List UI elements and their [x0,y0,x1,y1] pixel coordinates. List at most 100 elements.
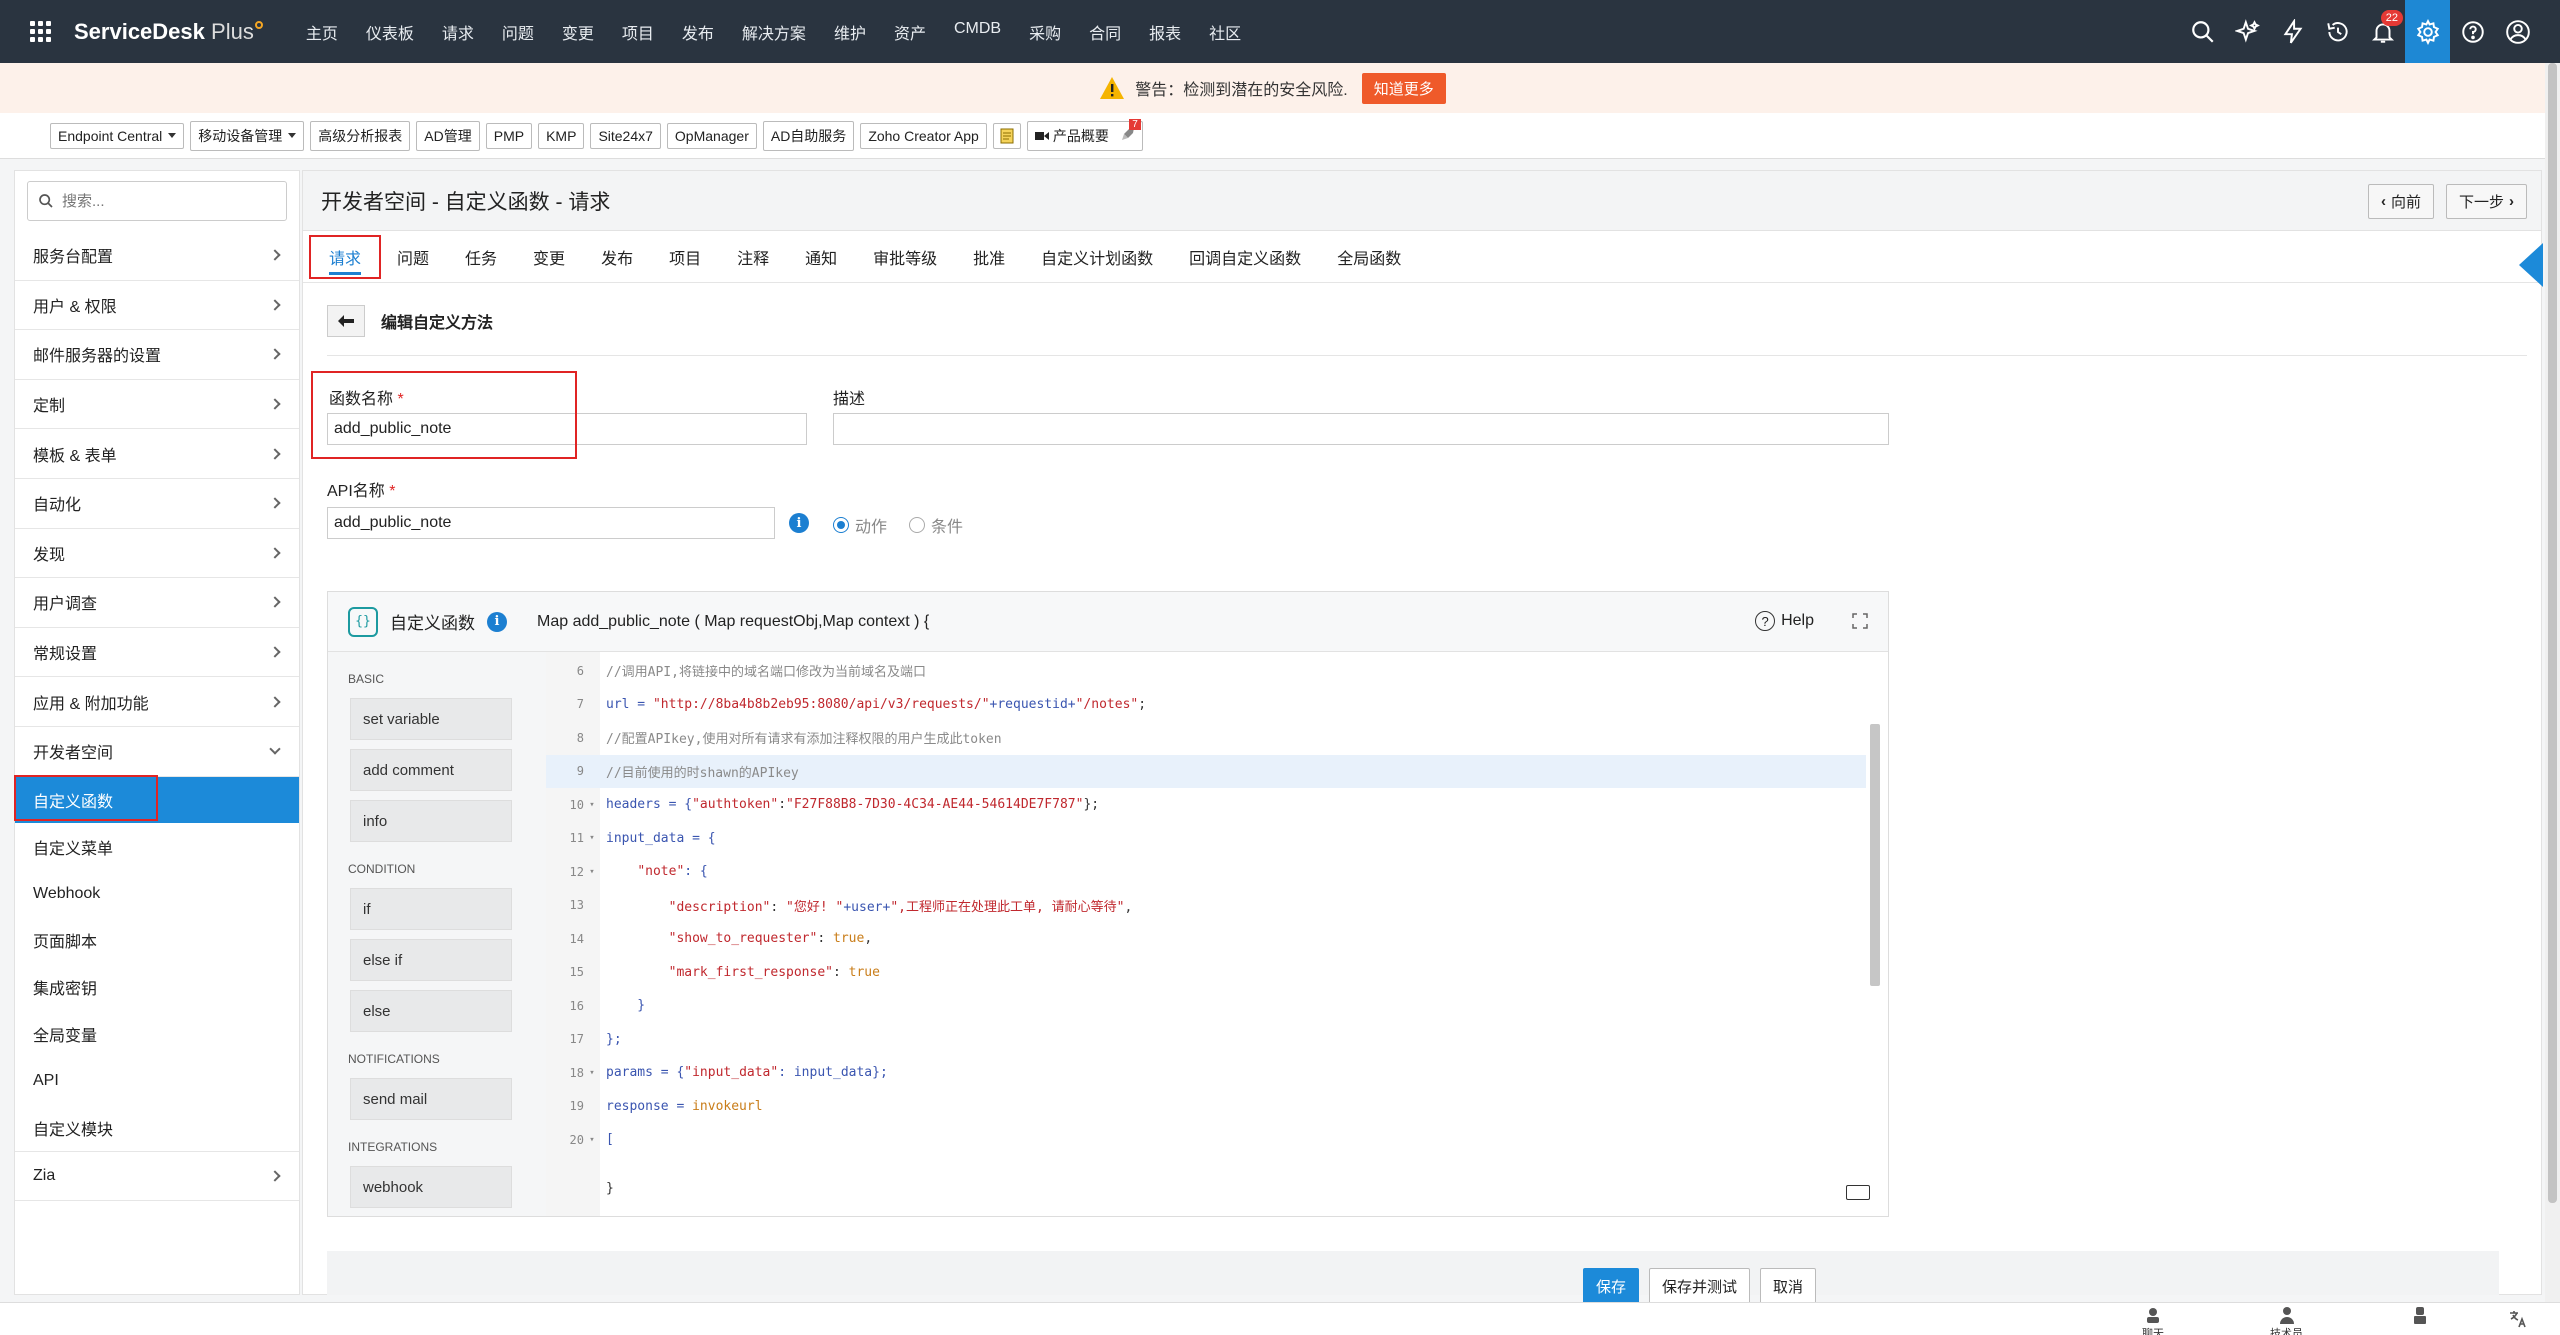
cancel-button[interactable]: 取消 [1760,1268,1817,1305]
save-and-test-button[interactable]: 保存并测试 [1649,1268,1751,1305]
sidebar-item[interactable]: 集成密钥 [15,964,299,1011]
sidebar-group[interactable]: 邮件服务器的设置 [15,330,299,380]
product-button[interactable]: 高级分析报表 [310,120,411,151]
language-button[interactable] [2508,1309,2528,1329]
nav-item[interactable]: 变更 [548,20,608,44]
sidebar-group[interactable]: 应用 & 附加功能 [15,677,299,727]
sidebar-group[interactable]: 发现 [15,529,299,579]
search-icon[interactable] [2180,0,2225,63]
tab[interactable]: 注释 [719,231,787,283]
code-area[interactable]: } 6 //调用API,将链接中的域名端口修改为当前域名及端口 7 url = "ht… [546,652,1888,1216]
sidebar-search-input[interactable] [62,192,262,210]
nav-item[interactable]: 请求 [428,20,488,44]
tab[interactable]: 任务 [447,231,515,283]
sidebar-search[interactable] [27,181,287,221]
sidebar-item[interactable]: API [15,1057,299,1104]
product-button[interactable]: Site24x7 [590,122,661,149]
product-button[interactable]: Endpoint Central [50,122,185,149]
sidebar-item[interactable]: 自定义模块 [15,1104,299,1151]
tab[interactable]: 全局函数 [1319,231,1419,283]
tab[interactable]: 通知 [787,231,855,283]
radio-action[interactable] [833,517,849,533]
sidebar-group[interactable]: 模板 & 表单 [15,429,299,479]
sidebar-item[interactable]: 自定义菜单 [15,823,299,870]
page-scrollbar[interactable] [2545,63,2560,1303]
nav-item[interactable]: 发布 [668,20,728,44]
fold-arrow-icon[interactable]: ▾ [584,833,600,843]
info-icon[interactable]: i [487,611,507,632]
ai-sparkle-icon[interactable] [2225,0,2270,63]
sidebar-item[interactable]: Webhook [15,870,299,917]
info-icon[interactable]: i [789,513,809,533]
sidebar-item[interactable]: 自定义函数 [14,774,299,824]
product-button[interactable]: KMP [538,122,585,149]
fullscreen-icon[interactable] [1852,613,1868,629]
palette-item[interactable]: info [350,800,512,842]
product-overview-button[interactable]: 产品概要 7 [1026,119,1143,151]
tab[interactable]: 回调自定义函数 [1171,231,1319,283]
prev-button[interactable]: ‹ 向前 [2367,184,2434,219]
sidebar-group[interactable]: 服务台配置 [15,231,299,281]
help-icon[interactable] [2450,0,2495,63]
nav-item[interactable]: CMDB [940,20,1015,44]
nav-item[interactable]: 采购 [1015,20,1075,44]
nav-item[interactable]: 主页 [292,20,352,44]
product-button[interactable]: AD自助服务 [762,120,855,151]
palette-item[interactable]: if [350,888,512,930]
lightning-icon[interactable] [2270,0,2315,63]
help-link[interactable]: ? Help [1755,611,1814,631]
sidebar-group[interactable]: 用户调查 [15,578,299,628]
tab[interactable]: 问题 [379,231,447,283]
nav-item[interactable]: 合同 [1075,20,1135,44]
tab[interactable]: 项目 [651,231,719,283]
product-button[interactable]: AD管理 [416,120,480,151]
save-button[interactable]: 保存 [1583,1268,1640,1305]
palette-item[interactable]: send mail [350,1078,512,1120]
description-input[interactable] [833,413,1889,445]
tab[interactable]: 批准 [955,231,1023,283]
gear-icon[interactable] [2405,0,2450,63]
product-button[interactable]: Zoho Creator App [860,122,987,149]
sidebar-group-zia[interactable]: Zia [15,1150,299,1201]
tab[interactable]: 变更 [515,231,583,283]
nav-item[interactable]: 问题 [488,20,548,44]
fold-arrow-icon[interactable]: ▾ [584,1135,600,1145]
nav-item[interactable]: 报表 [1135,20,1195,44]
palette-item[interactable]: webhook [350,1166,512,1208]
sidebar-group[interactable]: 自动化 [15,479,299,529]
notes-button[interactable] [992,122,1021,149]
nav-item[interactable]: 维护 [820,20,880,44]
code-scrollbar[interactable] [1870,724,1880,986]
nav-item[interactable]: 资产 [880,20,940,44]
palette-item[interactable]: else [350,990,512,1032]
next-button[interactable]: 下一步 › [2445,184,2527,219]
app-grid-icon[interactable] [30,20,52,43]
chat-button[interactable]: 聊天 [2142,1305,2164,1335]
agent-button[interactable] [2410,1305,2430,1325]
radio-condition[interactable] [909,517,926,533]
product-button[interactable]: OpManager [666,122,757,149]
tab[interactable]: 发布 [583,231,651,283]
nav-item[interactable]: 解决方案 [728,20,820,44]
technician-button[interactable]: 技术员 [2270,1305,2303,1335]
palette-item[interactable]: add comment [350,749,512,791]
tab[interactable]: 自定义计划函数 [1023,231,1171,283]
sidebar-group[interactable]: 常规设置 [15,628,299,678]
product-button[interactable]: PMP [485,122,533,149]
sidebar-item[interactable]: 页面脚本 [15,917,299,964]
sidebar-group-developer[interactable]: 开发者空间 [15,727,299,777]
nav-item[interactable]: 仪表板 [352,20,428,44]
palette-item[interactable]: set variable [350,698,512,740]
product-logo[interactable]: ServiceDesk Plus [74,19,263,45]
back-button[interactable] [327,305,365,337]
fold-arrow-icon[interactable]: ▾ [584,867,600,877]
rocket-button[interactable]: 7 [1121,119,1141,144]
bell-icon[interactable]: 22 [2360,0,2405,63]
sidebar-group[interactable]: 用户 & 权限 [15,281,299,331]
tab[interactable]: 请求 [311,231,379,283]
product-button[interactable]: 移动设备管理 [190,120,305,151]
nav-item[interactable]: 项目 [608,20,668,44]
api-name-input[interactable] [327,507,775,539]
keyboard-icon[interactable] [1846,1185,1870,1200]
sidebar-group[interactable]: 定制 [15,380,299,430]
